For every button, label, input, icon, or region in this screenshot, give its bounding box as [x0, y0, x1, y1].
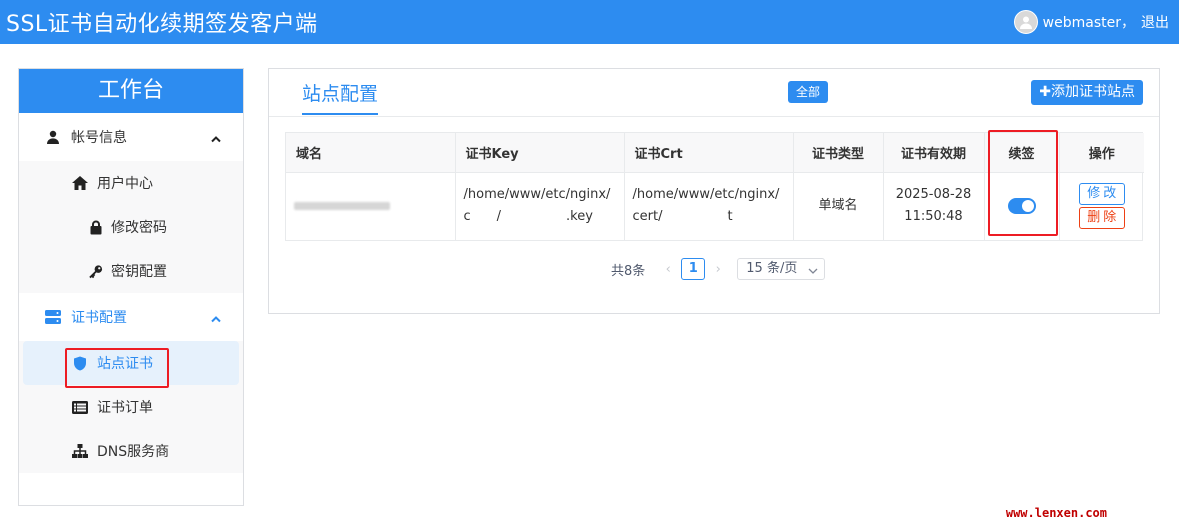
pagination: 共8条 ‹ 1 › 15 条/页 [611, 258, 826, 282]
chevron-up-icon [211, 311, 221, 327]
lock-icon [89, 220, 103, 235]
cell-cert-type: 单域名 [793, 172, 884, 240]
sidebar-item-site-certs[interactable]: 站点证书 [23, 341, 239, 385]
menu-group-cert-config[interactable]: 证书配置 [19, 293, 243, 341]
home-icon [71, 175, 89, 191]
shield-icon [71, 356, 89, 371]
tab-site-config[interactable]: 站点配置 [302, 79, 379, 115]
sites-table: 域名 证书Key 证书Crt 证书类型 证书有效期 续签 操作 /home/ww… [285, 132, 1144, 241]
cell-cert-crt: /home/www/etc/nginx/ cert/ t [624, 172, 794, 240]
sidebar-item-label: 修改密码 [111, 220, 167, 236]
sidebar-item-label: 密钥配置 [111, 264, 167, 280]
chevron-up-icon [211, 131, 221, 147]
toggle-knob [1021, 199, 1034, 212]
edit-button[interactable]: 修改 [1078, 183, 1125, 206]
filter-all-badge[interactable]: 全部 [788, 81, 829, 103]
pagination-total: 共8条 [611, 263, 646, 279]
top-bar: SSL证书自动化续期签发客户端 webmaster， 退出 [0, 0, 1179, 44]
redacted-domain [294, 201, 390, 210]
user-avatar-icon [1019, 16, 1032, 29]
card-header: 站点配置 全部 ✚添加证书站点 [269, 69, 1159, 117]
cell-validity: 2025-08-28 11:50:48 [883, 172, 985, 240]
cell-renew [984, 172, 1060, 240]
menu-group-label: 帐号信息 [71, 130, 127, 146]
table-header-row: 域名 证书Key 证书Crt 证书类型 证书有效期 续签 操作 [286, 133, 1144, 173]
menu-group-account[interactable]: 帐号信息 [19, 113, 243, 161]
add-cert-site-button[interactable]: ✚添加证书站点 [1031, 80, 1143, 105]
username: webmaster， [1042, 15, 1135, 31]
sidebar-title: 工作台 [19, 69, 243, 113]
renew-toggle[interactable] [1007, 197, 1036, 214]
column-header-validity: 证书有效期 [883, 133, 985, 173]
page-size-value: 15 条/页 [746, 261, 798, 276]
sidebar-item-label: 站点证书 [97, 356, 153, 372]
page-button-current[interactable]: 1 [681, 258, 706, 280]
validity-date: 2025-08-28 [895, 187, 972, 203]
cell-actions: 修改 删除 [1059, 172, 1144, 240]
cert-crt-path-line1: /home/www/etc/nginx/ [632, 187, 780, 203]
logout-link[interactable]: 退出 [1141, 12, 1169, 32]
sidebar-item-user-center[interactable]: 用户中心 [19, 161, 243, 205]
column-header-domain: 域名 [286, 133, 456, 173]
cell-domain [286, 172, 456, 240]
column-header-cert-crt: 证书Crt [624, 133, 794, 173]
delete-button[interactable]: 删除 [1078, 207, 1125, 230]
list-icon [71, 400, 89, 414]
cert-crt-path-line2: cert/ t [632, 209, 733, 225]
key-icon [89, 264, 103, 279]
content-card: 站点配置 全部 ✚添加证书站点 域名 证书Key 证书Crt 证书类型 证书有效… [268, 68, 1160, 314]
watermark: www.lenxen.com [1005, 506, 1107, 520]
cell-cert-key: /home/www/etc/nginx/ c / .key [455, 172, 625, 240]
chevron-down-icon [808, 262, 818, 282]
app-title: SSL证书自动化续期签发客户端 [6, 12, 318, 37]
column-header-actions: 操作 [1059, 133, 1144, 173]
chevron-left-icon[interactable]: ‹ [659, 262, 677, 277]
sidebar-item-key-config[interactable]: 密钥配置 [19, 249, 243, 293]
sidebar-item-label: DNS服务商 [97, 444, 170, 460]
sidebar-item-label: 证书订单 [97, 400, 153, 416]
column-header-cert-type: 证书类型 [793, 133, 884, 173]
column-header-renew: 续签 [984, 133, 1060, 173]
avatar[interactable] [1013, 10, 1038, 34]
submenu-cert-config: 站点证书 证书订单 DNS服务商 [19, 341, 243, 473]
submenu-account: 用户中心 修改密码 密钥配置 [19, 161, 243, 293]
column-header-cert-key: 证书Key [455, 133, 625, 173]
sidebar: 工作台 帐号信息 用户中心 修改密码 密钥配置 证书配置 站点证书 证书订单 D… [18, 68, 244, 506]
user-area: webmaster， 退出 [1013, 10, 1169, 34]
sidebar-item-cert-orders[interactable]: 证书订单 [19, 385, 243, 429]
sidebar-item-change-password[interactable]: 修改密码 [19, 205, 243, 249]
user-icon [45, 130, 61, 144]
sidebar-item-label: 用户中心 [97, 176, 153, 192]
page-size-select[interactable]: 15 条/页 [737, 258, 826, 282]
sitemap-icon [71, 444, 89, 458]
menu-group-label: 证书配置 [71, 310, 127, 326]
sidebar-item-dns-providers[interactable]: DNS服务商 [19, 429, 243, 473]
cert-key-path-line1: /home/www/etc/nginx/ [463, 187, 611, 203]
server-icon [45, 310, 61, 324]
table-row: /home/www/etc/nginx/ c / .key /home/www/… [286, 172, 1144, 240]
chevron-right-icon[interactable]: › [709, 262, 727, 277]
cert-key-path-line2: c / .key [463, 209, 593, 225]
validity-time: 11:50:48 [904, 209, 963, 225]
